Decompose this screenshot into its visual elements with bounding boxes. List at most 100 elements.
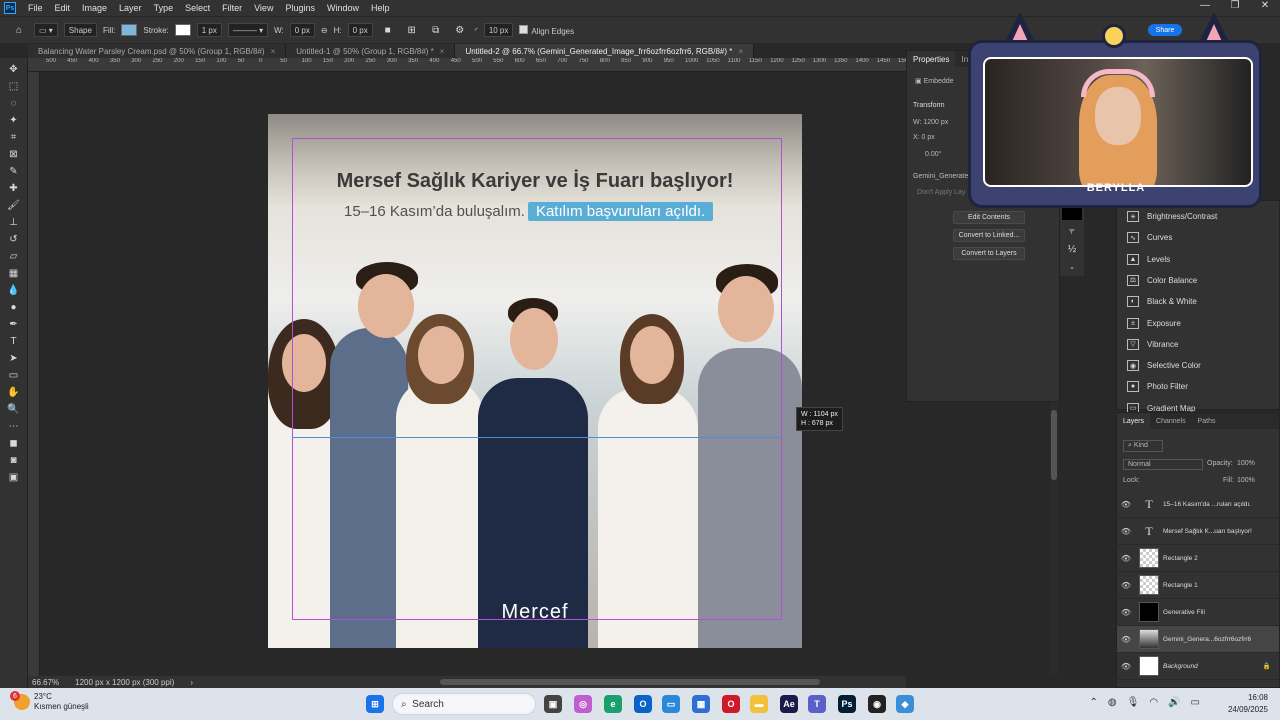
edit-contents-button[interactable]: Edit Contents (953, 211, 1025, 224)
marquee-tool-icon[interactable]: ⬚ (5, 79, 23, 93)
magic-wand-icon[interactable]: ✦ (5, 113, 23, 127)
angle-field[interactable]: 0.00° (925, 151, 941, 158)
adjustment-item[interactable]: ☀ Brightness/Contrast (1127, 211, 1217, 222)
stroke-width-input[interactable]: 1 px (196, 23, 222, 37)
dodge-tool-icon[interactable]: ● (5, 300, 23, 314)
eye-icon[interactable]: 👁 (1119, 581, 1133, 590)
eye-icon[interactable]: 👁 (1119, 662, 1133, 671)
windows-start-icon[interactable]: ⊞ (366, 695, 384, 713)
tab-channels[interactable]: Channels (1150, 413, 1192, 429)
menu-select[interactable]: Select (179, 3, 216, 13)
layer-row[interactable]: 👁 T Mersef Sağlık K...uarı başlıyor! (1117, 518, 1279, 545)
obs-icon[interactable]: ◉ (868, 695, 886, 713)
hand-tool-icon[interactable]: ✋ (5, 385, 23, 399)
microphone-icon[interactable]: 🎙 (1127, 697, 1140, 708)
close-tab-icon[interactable]: × (440, 47, 445, 56)
align-edges-checkbox[interactable]: Align Edges (519, 24, 574, 36)
menu-filter[interactable]: Filter (216, 3, 248, 13)
tab-balancing-water[interactable]: Balancing Water Parsley Cream.psd @ 50% … (28, 44, 287, 58)
x-field[interactable]: X: 0 px (913, 134, 935, 141)
tab-properties[interactable]: Properties (907, 51, 956, 67)
convert-to-linked-button[interactable]: Convert to Linked... (953, 229, 1025, 242)
screen-mode-icon[interactable]: ▣ (5, 470, 23, 484)
stroke-type-select[interactable]: ——— ▾ (227, 23, 269, 37)
canvas-area[interactable]: Mersef Sağlık Kariyer ve İş Fuarı başlıy… (40, 72, 906, 676)
system-clock[interactable]: 16:08 24/09/2025 (1228, 692, 1268, 716)
teams-icon[interactable]: T (808, 695, 826, 713)
close-tab-icon[interactable]: × (271, 47, 276, 56)
battery-icon[interactable]: ▭ (1191, 697, 1200, 708)
fraction-icon[interactable]: ½ (1063, 242, 1081, 256)
adjustment-item[interactable]: ▲ Levels (1127, 253, 1170, 265)
menu-window[interactable]: Window (321, 3, 365, 13)
file-explorer-icon[interactable]: ▬ (750, 695, 768, 713)
adjustment-item[interactable]: ⚖ Color Balance (1127, 274, 1197, 286)
eraser-icon[interactable]: ▱ (5, 249, 23, 263)
dont-apply-select[interactable]: Don't Apply Lay (917, 189, 965, 196)
gradient-tool-icon[interactable]: ▦ (5, 266, 23, 280)
link-icon[interactable]: ⊖ (321, 26, 328, 35)
volume-icon[interactable]: 🔊 (1168, 697, 1180, 708)
paragraph-icon[interactable]: ⫧ (1063, 224, 1081, 238)
layer-row[interactable]: 👁 Rectangle 2 (1117, 545, 1279, 572)
type-tool-icon[interactable]: T (5, 334, 23, 348)
tab-untitled-2[interactable]: Untitled-2 @ 66.7% (Gemini_Generated_Ima… (455, 44, 755, 58)
wifi-icon[interactable]: ◠ (1149, 697, 1158, 708)
menu-type[interactable]: Type (148, 3, 180, 13)
color-swatch-black[interactable] (1062, 208, 1082, 220)
copilot-icon[interactable]: ◎ (574, 695, 592, 713)
tab-untitled-1[interactable]: Untitled-1 @ 50% (Group 1, RGB/8#) * × (286, 44, 456, 58)
menu-view[interactable]: View (248, 3, 279, 13)
fill-swatch[interactable] (121, 24, 138, 36)
stroke-swatch[interactable] (174, 24, 191, 36)
eye-icon[interactable]: 👁 (1119, 527, 1133, 536)
close-window-button[interactable]: ✕ (1250, 0, 1280, 11)
eye-icon[interactable]: 👁 (1119, 554, 1133, 563)
width-field[interactable]: W: 1200 px (913, 119, 948, 126)
tool-mode-select[interactable]: Shape (63, 23, 97, 37)
frame-tool-icon[interactable]: ⊠ (5, 147, 23, 161)
height-input[interactable]: 0 px (347, 23, 373, 37)
gear-icon[interactable]: ⚙ (451, 23, 469, 37)
layer-row[interactable]: 👁 Generative Fill (1117, 599, 1279, 626)
tab-layers[interactable]: Layers (1117, 413, 1151, 429)
eye-icon[interactable]: 👁 (1119, 635, 1133, 644)
layer-row[interactable]: 👁 Gemini_Genera...6ozfrr6ozfrr6 (1117, 626, 1279, 653)
path-selection-icon[interactable]: ➤ (5, 351, 23, 365)
share-button[interactable]: Share (1148, 24, 1182, 36)
blend-mode-select[interactable]: Normal (1123, 459, 1203, 470)
outlook-icon[interactable]: O (634, 695, 652, 713)
menu-image[interactable]: Image (76, 3, 113, 13)
home-icon[interactable]: ⌂ (10, 23, 28, 37)
chevron-down-icon[interactable]: ⌄ (1063, 260, 1081, 274)
zoom-level[interactable]: 66.67% (32, 678, 59, 687)
store-icon[interactable]: ▦ (692, 695, 710, 713)
adjustment-item[interactable]: ▽ Vibrance (1127, 338, 1178, 350)
zoom-tool-icon[interactable]: 🔍 (5, 402, 23, 416)
menu-plugins[interactable]: Plugins (279, 3, 321, 13)
network-icon[interactable]: ◍ (1108, 697, 1117, 708)
width-input[interactable]: 0 px (289, 23, 315, 37)
rectangle-tool-icon[interactable]: ▭ (5, 368, 23, 382)
menu-file[interactable]: File (22, 3, 49, 13)
task-view-icon[interactable]: ▣ (544, 695, 562, 713)
healing-brush-icon[interactable]: ✚ (5, 181, 23, 195)
menu-help[interactable]: Help (365, 3, 396, 13)
vertical-scrollbar[interactable] (1051, 410, 1057, 480)
chevron-up-icon[interactable]: ⌃ (1090, 697, 1098, 708)
history-brush-icon[interactable]: ↺ (5, 232, 23, 246)
minimize-button[interactable]: — (1190, 0, 1220, 11)
layer-row[interactable]: 👁 Rectangle 1 (1117, 572, 1279, 599)
convert-to-layers-button[interactable]: Convert to Layers (953, 247, 1025, 260)
corner-radius-input[interactable]: 10 px (483, 23, 514, 37)
adjustment-item[interactable]: ◐ Black & White (1127, 296, 1197, 308)
after-effects-icon[interactable]: Ae (780, 695, 798, 713)
horizontal-scrollbar[interactable] (440, 679, 820, 685)
shape-tool-preset[interactable]: ▭ ▾ (34, 23, 58, 37)
path-arrangement-icon[interactable]: ⧉ (427, 23, 445, 37)
color-swatches-icon[interactable]: ◼ (5, 436, 23, 450)
crop-tool-icon[interactable]: ⌗ (5, 130, 23, 144)
taskbar-search[interactable]: ⌕ Search (392, 693, 536, 715)
adjustment-item[interactable]: ◉ Selective Color (1127, 360, 1201, 372)
tab-paths[interactable]: Paths (1192, 413, 1222, 429)
